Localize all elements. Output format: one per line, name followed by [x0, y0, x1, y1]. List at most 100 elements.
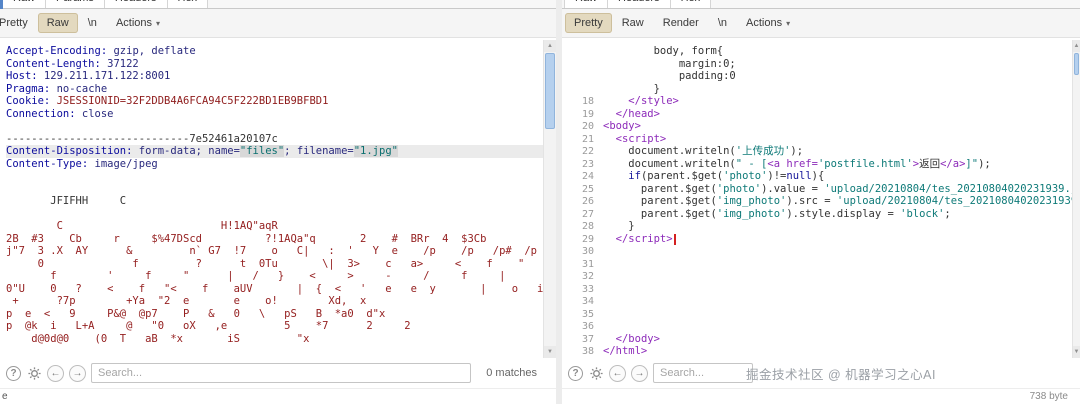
scroll-down-icon[interactable]: ▼	[1073, 346, 1080, 358]
code-line: 22 document.writeln('上传成功');	[581, 145, 804, 157]
code-line: 27 parent.$get('img_photo').style.displa…	[581, 207, 951, 220]
tab-headers[interactable]: Headers	[607, 0, 671, 8]
code-line: 25 parent.$get('photo').value = 'upload/…	[581, 182, 1072, 195]
code-line: 38 </html>	[581, 345, 648, 357]
request-view-toolbar: Pretty Raw \n Actions ▾	[0, 9, 556, 38]
code-line: 32	[581, 271, 594, 282]
scroll-up-icon[interactable]: ▲	[544, 40, 556, 52]
window-edge-accent	[0, 0, 3, 9]
next-match-button[interactable]: →	[631, 364, 648, 382]
view-chip-actions[interactable]: Actions ▾	[737, 13, 799, 33]
view-chip-n[interactable]: \n	[79, 13, 106, 33]
code-line: Pragma: no-cache	[6, 82, 108, 95]
code-line: C H!1AQ"aqR	[6, 220, 278, 232]
code-line: Host: 129.211.171.122:8001	[6, 70, 171, 82]
code-line: 36	[581, 321, 594, 332]
code-line: Connection: close	[6, 107, 114, 120]
request-scrollbar[interactable]: ▲ ▼	[543, 40, 556, 358]
code-line: 24 if(parent.$get('photo')!=null){	[581, 170, 825, 182]
code-line: 28 }	[581, 220, 635, 232]
code-line: 21 <script>	[581, 132, 667, 145]
tab-raw[interactable]: Raw	[2, 0, 47, 8]
code-line: 2B #3 Cb r $%47DScd ?!1AQa"q 2 # BRr 4 $…	[6, 232, 543, 245]
scrollbar-thumb[interactable]	[545, 53, 555, 129]
tab-headers[interactable]: Headers	[103, 0, 168, 8]
text-cursor	[673, 233, 676, 245]
response-panel: RawHeadersHex PrettyRawRender\nActions▾ …	[562, 0, 1080, 404]
code-line: Content-Type: image/jpeg	[6, 157, 158, 170]
code-line: 29 </script>	[566, 233, 1072, 246]
code-line: body, form{	[603, 45, 724, 57]
prev-match-button[interactable]: ←	[609, 364, 626, 382]
view-chip-raw[interactable]: Raw	[613, 13, 653, 33]
code-line: + ?7p +Ya "2 e e o! Xd, x	[6, 295, 367, 307]
watermark: 掘金技术社区 @ 机器学习之心AI	[746, 364, 936, 383]
gear-icon[interactable]	[588, 365, 604, 381]
view-chip-pretty[interactable]: Pretty	[0, 13, 37, 33]
code-line: f ' f " | / } < > - / f |	[6, 270, 506, 282]
response-editor[interactable]: body, form{ margin:0; padding:0 } 18 </st…	[562, 40, 1072, 358]
request-search-bar: ? ← → 0 matches	[0, 359, 543, 387]
status-text-fragment: e	[2, 391, 8, 402]
help-icon[interactable]: ?	[568, 365, 583, 381]
code-line: 26 parent.$get('img_photo').src = 'uploa…	[581, 195, 1072, 207]
next-match-button[interactable]: →	[69, 364, 86, 382]
response-scrollbar[interactable]: ▲ ▼	[1072, 40, 1080, 358]
chevron-down-icon: ▾	[156, 18, 161, 28]
request-panel: RawParamsHeadersHex PrettyRaw\nActions▾ …	[0, 0, 556, 404]
code-line: j"7 3 .X AY & n` G7 !7 o C| : ' Y e /p /…	[6, 245, 538, 257]
code-line: 20 <body>	[581, 120, 641, 132]
search-input[interactable]	[653, 363, 753, 383]
code-line: Content-Disposition: form-data; name="fi…	[6, 145, 543, 158]
response-statusbar: 738 byte	[562, 388, 1080, 404]
scroll-down-icon[interactable]: ▼	[544, 346, 556, 358]
request-editor[interactable]: Accept-Encoding: gzip, deflate Content-Le…	[0, 40, 543, 358]
scroll-up-icon[interactable]: ▲	[1073, 40, 1080, 52]
request-statusbar: e	[0, 388, 556, 404]
code-line: 31	[581, 258, 594, 270]
code-line: 35	[581, 308, 594, 320]
code-line: Content-Length: 37122	[6, 57, 139, 70]
code-line: 23 document.writeln(" - [<a href='postfi…	[581, 157, 991, 170]
code-line: 37 </body>	[581, 332, 660, 345]
code-line: 34	[581, 296, 594, 307]
code-line: p e < 9 P&@ @p7 P & 0 \ pS B *a0 d"x	[6, 307, 386, 320]
view-chip-render[interactable]: Render	[654, 13, 708, 33]
tab-raw[interactable]: Raw	[564, 0, 609, 8]
search-input[interactable]	[91, 363, 472, 383]
byte-count: 738 byte	[1029, 391, 1068, 402]
tab-params[interactable]: Params	[45, 0, 105, 8]
view-chip-n[interactable]: \n	[709, 13, 736, 33]
response-tabstrip: RawHeadersHex	[562, 0, 1080, 9]
request-tabstrip: RawParamsHeadersHex	[0, 0, 556, 9]
help-icon[interactable]: ?	[6, 365, 21, 381]
prev-match-button[interactable]: ←	[47, 364, 64, 382]
code-line: JFIFHH C	[6, 195, 127, 207]
tab-hex[interactable]: Hex	[166, 0, 209, 8]
code-line: 0 f ? t 0Tu \| 3> c a> < f " f	[6, 257, 543, 270]
code-line: 33	[581, 283, 594, 295]
code-line: 30	[581, 246, 594, 257]
code-line: }	[603, 82, 660, 95]
response-view-toolbar: Pretty Raw Render \n Actions ▾	[562, 9, 1080, 38]
view-chip-raw[interactable]: Raw	[37, 13, 78, 33]
code-line: padding:0	[603, 70, 736, 82]
code-line: d@0d@0 (0 T aB *x iS "x	[6, 332, 310, 345]
tab-hex[interactable]: Hex	[669, 0, 712, 8]
view-chip-actions[interactable]: Actions ▾	[107, 13, 169, 33]
code-line: margin:0;	[603, 57, 736, 70]
match-count: 0 matches	[486, 367, 537, 379]
code-line: -----------------------------7e52461a201…	[6, 132, 278, 145]
code-line: Cookie: JSESSIONID=32F2DDB4A6FCA94C5F222…	[6, 95, 329, 107]
code-line: p @k i L+A @ "0 oX ,e 5 *7 2 2	[6, 320, 411, 332]
scrollbar-thumb[interactable]	[1074, 53, 1079, 75]
code-line: 0"U 0 ? < f "< f aUV | { < ' e e y | o i…	[6, 282, 543, 295]
code-line: 19 </head>	[581, 107, 660, 120]
gear-icon[interactable]	[26, 365, 42, 381]
view-chip-pretty[interactable]: Pretty	[565, 13, 612, 33]
code-line: Accept-Encoding: gzip, deflate	[6, 45, 196, 57]
watermark-text: 掘金技术社区 @ 机器学习之心AI	[746, 368, 936, 382]
